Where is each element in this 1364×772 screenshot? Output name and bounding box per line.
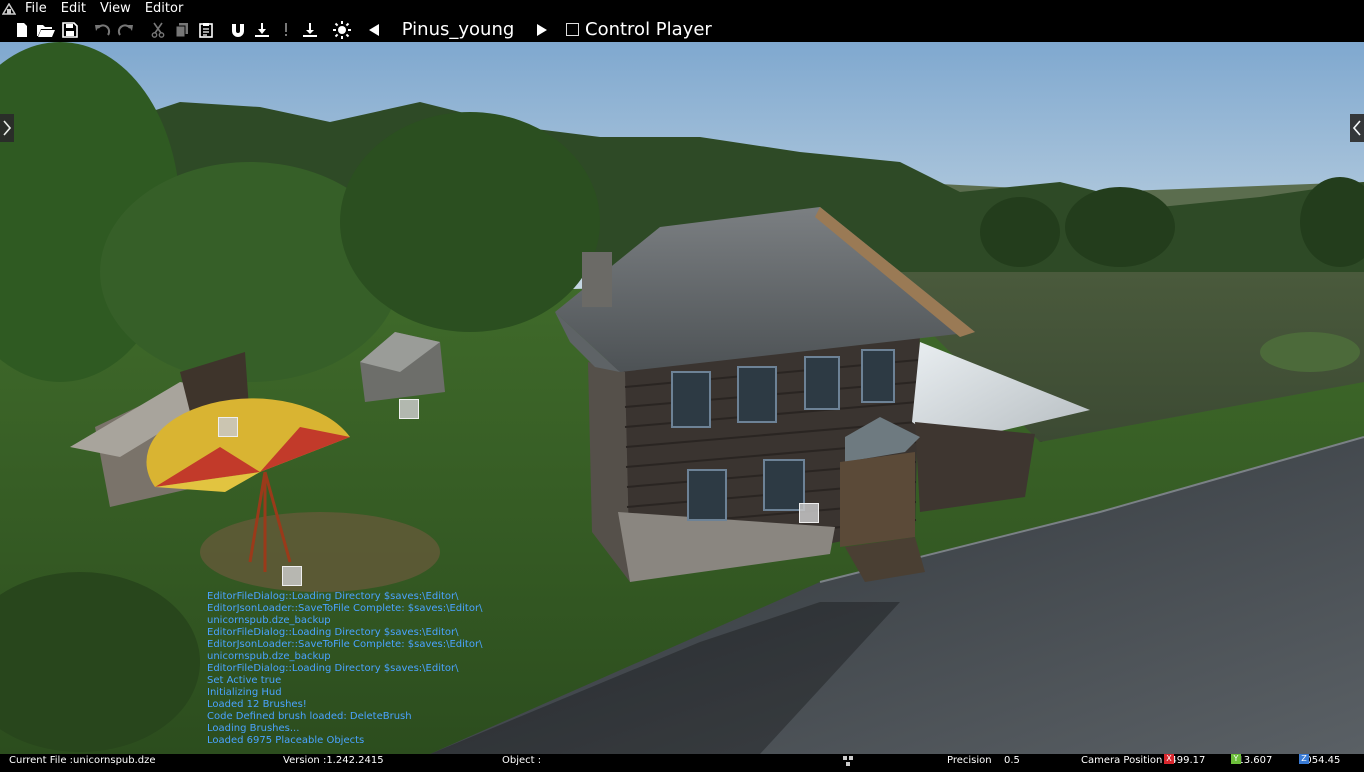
cut-icon[interactable]: [146, 17, 170, 42]
log-line: Initializing Hud: [207, 687, 282, 698]
camera-position-label: Camera Position: [1081, 755, 1163, 766]
copy-icon[interactable]: [170, 17, 194, 42]
log-line: Loaded 12 Brushes!: [207, 699, 307, 710]
selected-object: Object :: [502, 755, 542, 766]
redo-icon[interactable]: [114, 17, 138, 42]
y-axis-badge: Y: [1231, 754, 1241, 764]
log-line: Code Defined brush loaded: DeleteBrush: [207, 711, 412, 722]
ground-snap-icon[interactable]: [250, 17, 274, 42]
log-line: EditorFileDialog::Loading Directory $sav…: [207, 627, 459, 638]
group-icon: [842, 755, 854, 772]
log-line: Loaded 6975 Placeable Objects: [207, 735, 365, 746]
object-marker[interactable]: [282, 566, 302, 586]
log-line: EditorJsonLoader::SaveToFile Complete: $…: [207, 603, 483, 614]
version: Version :1.242.2415: [283, 755, 384, 766]
console-log: EditorFileDialog::Loading Directory $sav…: [207, 591, 482, 747]
menu-editor[interactable]: Editor: [138, 0, 190, 17]
status-bar: Current File :unicornspub.dze Version :1…: [0, 754, 1364, 768]
right-panel-toggle[interactable]: [1350, 114, 1364, 142]
menu-file[interactable]: File: [18, 0, 54, 17]
magnet-icon[interactable]: [226, 17, 250, 42]
paste-icon[interactable]: [194, 17, 218, 42]
log-line: EditorJsonLoader::SaveToFile Complete: $…: [207, 639, 483, 650]
toolbar: Pinus_young Control Player: [0, 17, 1364, 42]
brush-name: Pinus_young: [401, 19, 515, 40]
scene-render: [0, 42, 1364, 754]
camera-z: Z 9054.45: [1299, 754, 1340, 768]
open-folder-icon[interactable]: [34, 17, 58, 42]
menu-bar: File Edit View Editor: [0, 0, 1364, 17]
chevron-left-icon: [1353, 120, 1361, 136]
log-line: unicornspub.dze_backup: [207, 615, 331, 626]
log-line: Loading Brushes...: [207, 723, 300, 734]
control-player-label: Control Player: [585, 19, 712, 40]
menu-view[interactable]: View: [93, 0, 138, 17]
control-player-checkbox[interactable]: [566, 23, 579, 36]
x-axis-badge: X: [1164, 754, 1174, 764]
new-file-icon[interactable]: [10, 17, 34, 42]
log-line: EditorFileDialog::Loading Directory $sav…: [207, 663, 459, 674]
log-line: Set Active true: [207, 675, 282, 686]
previous-brush-icon[interactable]: [362, 17, 386, 42]
camera-y: Y 213.607: [1231, 754, 1272, 768]
undo-icon[interactable]: [90, 17, 114, 42]
z-axis-badge: Z: [1299, 754, 1309, 764]
place-on-ground-icon[interactable]: [298, 17, 322, 42]
current-file: Current File :unicornspub.dze: [9, 755, 156, 766]
save-icon[interactable]: [58, 17, 82, 42]
left-panel-toggle[interactable]: [0, 114, 14, 142]
log-line: unicornspub.dze_backup: [207, 651, 331, 662]
log-line: EditorFileDialog::Loading Directory $sav…: [207, 591, 459, 602]
scene-viewport[interactable]: [0, 42, 1364, 754]
object-marker[interactable]: [799, 503, 819, 523]
object-marker[interactable]: [399, 399, 419, 419]
exclamation-icon[interactable]: [274, 17, 298, 42]
precision-value[interactable]: 0.5: [1004, 754, 1020, 768]
chevron-right-icon: [3, 120, 11, 136]
sun-icon[interactable]: [330, 17, 354, 42]
next-brush-icon[interactable]: [530, 17, 554, 42]
menu-edit[interactable]: Edit: [54, 0, 93, 17]
precision-label: Precision: [947, 755, 992, 766]
camera-x: X 6499.17: [1164, 754, 1205, 768]
object-marker[interactable]: [218, 417, 238, 437]
app-logo-icon: [0, 0, 18, 17]
